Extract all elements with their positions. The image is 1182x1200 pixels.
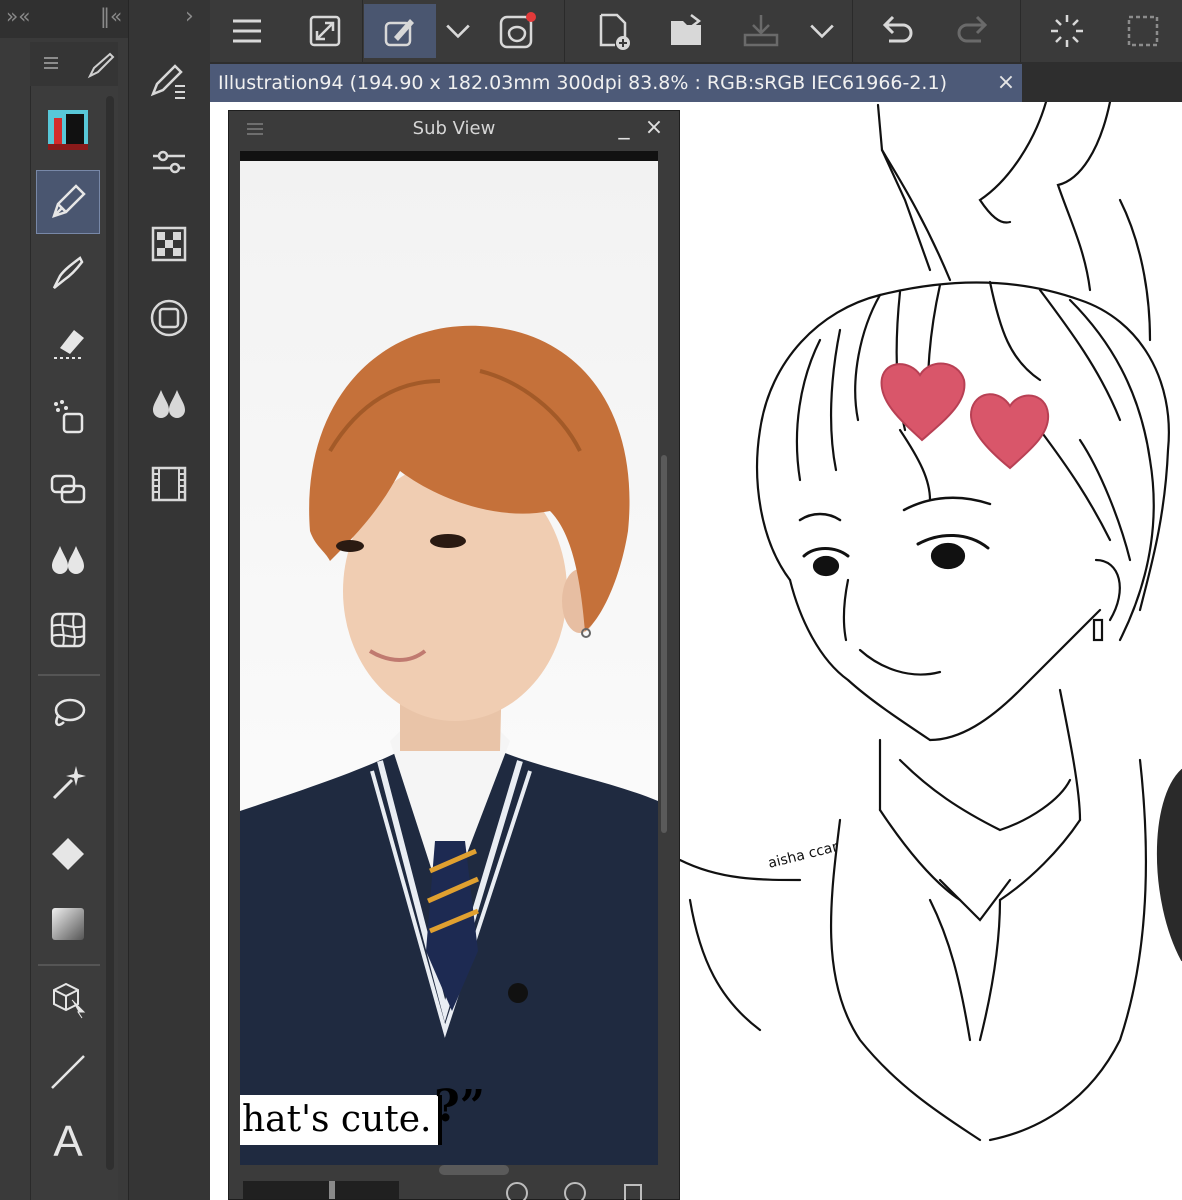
text-tool-icon[interactable]: A [36,1110,100,1174]
eraser-tool-icon[interactable] [36,312,100,376]
subtitle-caption: hat's cute. [240,1095,442,1145]
clip-studio-app: »« ‖« A › Illustration94 (194.90 x 182.0… [0,0,1182,1200]
sub-tool-column: › [128,0,210,1200]
reference-photo: hat's cute. ?” [240,151,658,1165]
tool-palette-header [30,42,118,86]
fill-drops-icon[interactable] [36,526,100,590]
subtitle-caption-suffix: ?” [434,1081,486,1132]
drops-icon[interactable] [139,372,199,432]
cloud-sync-icon[interactable] [494,4,540,58]
document-tab-title: Illustration94 (194.90 x 182.03mm 300dpi… [218,72,947,94]
edit-image-icon[interactable] [364,4,436,58]
fill-bucket-icon[interactable] [36,822,100,886]
svg-text:aisha ccar: aisha ccar [767,839,840,872]
pen-tool-icon[interactable] [36,170,100,234]
expand-panel-icon[interactable]: › [185,4,194,29]
brush-tool-icon[interactable] [36,240,100,304]
open-folder-icon[interactable] [664,4,710,58]
menu-icon[interactable] [224,4,270,58]
3d-move-icon[interactable] [36,966,100,1030]
reset-view-icon[interactable] [621,1181,645,1200]
document-tab-bar: Illustration94 (194.90 x 182.03mm 300dpi… [210,62,1182,102]
mesh-transform-icon[interactable] [36,598,100,662]
divider [1020,0,1021,62]
lasso-tool-icon[interactable] [36,682,100,746]
collapse-panels-icon[interactable]: »« [6,4,30,28]
close-icon[interactable]: × [641,113,667,143]
panel-collapse-bar: »« ‖« [0,0,128,38]
gradient-tool-icon[interactable] [36,892,100,956]
airbrush-tool-icon[interactable] [36,384,100,448]
sub-tool-icon[interactable] [139,50,199,110]
document-tab[interactable]: Illustration94 (194.90 x 182.03mm 300dpi… [210,64,1022,102]
line-tool-icon[interactable] [36,1040,100,1104]
tool-scrollbar[interactable] [106,96,114,1170]
divider [564,0,565,62]
divider [362,0,363,62]
reference-photo-image [240,151,658,1165]
sub-view-vertical-scrollbar[interactable] [661,455,667,833]
palette-pen-icon [87,52,115,79]
zoom-in-icon[interactable] [563,1181,587,1200]
color-set-icon[interactable] [139,214,199,274]
sub-view-bottom-bar [229,1179,679,1200]
heart-sticker [880,362,1050,470]
zoom-slider[interactable] [243,1181,399,1199]
tool-palette: »« ‖« A [0,0,128,1200]
minimize-icon[interactable]: _ [613,113,635,143]
layer-icon[interactable] [139,288,199,348]
color-swatch-icon[interactable] [36,98,100,162]
sub-view-title: Sub View [412,118,496,139]
timeline-icon[interactable] [139,454,199,514]
divider [852,0,853,62]
new-file-icon[interactable] [590,4,636,58]
redo-icon[interactable] [950,4,996,58]
blend-tool-icon[interactable] [36,456,100,520]
close-tab-icon[interactable]: × [990,64,1022,102]
selection-frame-icon[interactable] [1120,4,1166,58]
sub-view-window[interactable]: Sub View _ × hat's cute. ?” [228,110,680,1200]
loading-icon[interactable] [1044,4,1090,58]
zoom-slider-thumb[interactable] [329,1181,335,1199]
chevron-down-icon[interactable] [440,4,476,58]
zoom-out-icon[interactable] [505,1181,529,1200]
fit-view-icon[interactable] [302,4,348,58]
palette-menu-icon[interactable] [42,54,60,72]
tool-separator [38,674,100,676]
sub-view-horizontal-scrollbar[interactable] [439,1165,509,1175]
tool-property-icon[interactable] [139,132,199,192]
save-disabled-icon[interactable] [738,4,784,58]
chevron-down-icon[interactable] [804,4,840,58]
magic-wand-icon[interactable] [36,750,100,814]
undo-icon[interactable] [874,4,920,58]
text-tool-label: A [53,1117,83,1166]
panel-divider-icon[interactable]: ‖« [100,4,122,28]
command-bar [210,0,1182,62]
